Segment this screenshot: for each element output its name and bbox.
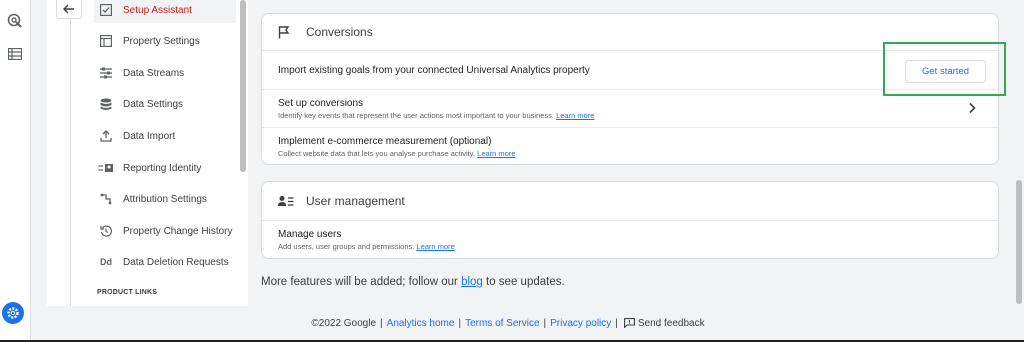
blog-link[interactable]: blog	[461, 276, 483, 288]
nav-divider	[70, 18, 71, 306]
history-icon	[98, 223, 114, 239]
more-features-suffix: to see updates.	[482, 276, 565, 288]
ecommerce-row: Implement e-commerce measurement (option…	[262, 127, 998, 165]
flag-icon	[278, 24, 296, 40]
learn-more-link[interactable]: Learn more	[556, 111, 594, 120]
manage-users-description: Add users, user groups and permissions.	[278, 242, 415, 251]
nav-item-label: Data Deletion Requests	[123, 256, 229, 268]
nav-item-attribution-settings[interactable]: Attribution Settings	[94, 186, 236, 212]
product-links-heading: PRODUCT LINKS	[97, 289, 158, 296]
nav-item-label: Property Settings	[123, 35, 200, 47]
streams-icon	[98, 65, 114, 81]
database-icon	[98, 96, 114, 112]
arrow-left-icon	[63, 4, 74, 14]
feedback-icon	[623, 318, 635, 328]
reports-list-icon[interactable]	[5, 44, 25, 64]
more-features-text: More features will be added; follow our …	[261, 276, 565, 288]
manage-users-row[interactable]: Manage users Add users, user groups and …	[262, 220, 998, 259]
manage-users-title: Manage users	[278, 229, 342, 240]
conversions-title: Conversions	[306, 25, 373, 39]
ecommerce-description: Collect website data that lets you analy…	[278, 149, 476, 158]
nav-item-label: Data Settings	[123, 98, 184, 110]
back-button[interactable]	[56, 0, 82, 19]
footer: ©2022 Google | Analytics home | Terms of Ser…	[311, 317, 705, 329]
manage-users-subtitle: Add users, user groups and permissions. …	[278, 242, 455, 251]
user-list-icon	[278, 193, 296, 209]
learn-more-link[interactable]: Learn more	[477, 149, 515, 158]
nav-item-label: Data Streams	[123, 67, 185, 79]
send-feedback-link[interactable]: Send feedback	[638, 318, 705, 329]
nav-item-label: Attribution Settings	[123, 193, 207, 205]
nav-item-setup-assistant[interactable]: Setup Assistant	[94, 0, 236, 23]
nav-item-label: Property Change History	[123, 225, 233, 237]
setup-conversions-title: Set up conversions	[278, 98, 364, 109]
checkbox-icon	[98, 2, 114, 18]
property-nav: Setup Assistant Property Settings Data S…	[47, 0, 248, 306]
nav-item-label: Setup Assistant	[123, 4, 192, 16]
setup-conversions-subtitle: Identify key events that represent the u…	[278, 111, 594, 120]
property-icon	[98, 33, 114, 49]
nav-scrollbar[interactable]	[240, 0, 246, 172]
chevron-right-icon[interactable]	[966, 102, 978, 114]
nav-item-data-settings[interactable]: Data Settings	[94, 91, 236, 117]
highlight-box	[883, 42, 1006, 96]
user-management-card: User management Manage users Add users, …	[261, 181, 999, 259]
learn-more-link[interactable]: Learn more	[416, 242, 454, 251]
privacy-link[interactable]: Privacy policy	[550, 318, 611, 329]
nav-item-label: Data Import	[123, 130, 176, 142]
deletion-icon: Dd	[100, 257, 112, 267]
identity-icon	[98, 160, 114, 176]
setup-conversions-description: Identify key events that represent the u…	[278, 111, 554, 120]
nav-item-data-streams[interactable]: Data Streams	[94, 60, 236, 86]
advertising-icon[interactable]	[5, 11, 25, 31]
main-scrollbar[interactable]	[1016, 180, 1022, 304]
nav-item-reporting-identity[interactable]: Reporting Identity	[94, 155, 236, 181]
nav-item-label: Reporting Identity	[123, 162, 202, 174]
nav-item-data-import[interactable]: Data Import	[94, 123, 236, 149]
import-goals-text: Import existing goals from your connecte…	[278, 65, 590, 76]
user-management-header: User management	[262, 182, 998, 220]
user-management-title: User management	[306, 194, 405, 208]
ecommerce-title: Implement e-commerce measurement (option…	[278, 136, 492, 147]
attribution-icon	[98, 191, 114, 207]
nav-item-property-settings[interactable]: Property Settings	[94, 28, 236, 54]
copyright: ©2022 Google	[311, 317, 377, 329]
nav-item-data-deletion-requests[interactable]: Dd Data Deletion Requests	[94, 249, 236, 275]
more-features-prefix: More features will be added; follow our	[261, 276, 462, 288]
analytics-home-link[interactable]: Analytics home	[387, 318, 455, 329]
ecommerce-subtitle: Collect website data that lets you analy…	[278, 149, 516, 158]
terms-link[interactable]: Terms of Service	[465, 318, 539, 329]
left-rail	[0, 0, 31, 342]
nav-item-property-change-history[interactable]: Property Change History	[94, 218, 236, 244]
upload-icon	[98, 128, 114, 144]
